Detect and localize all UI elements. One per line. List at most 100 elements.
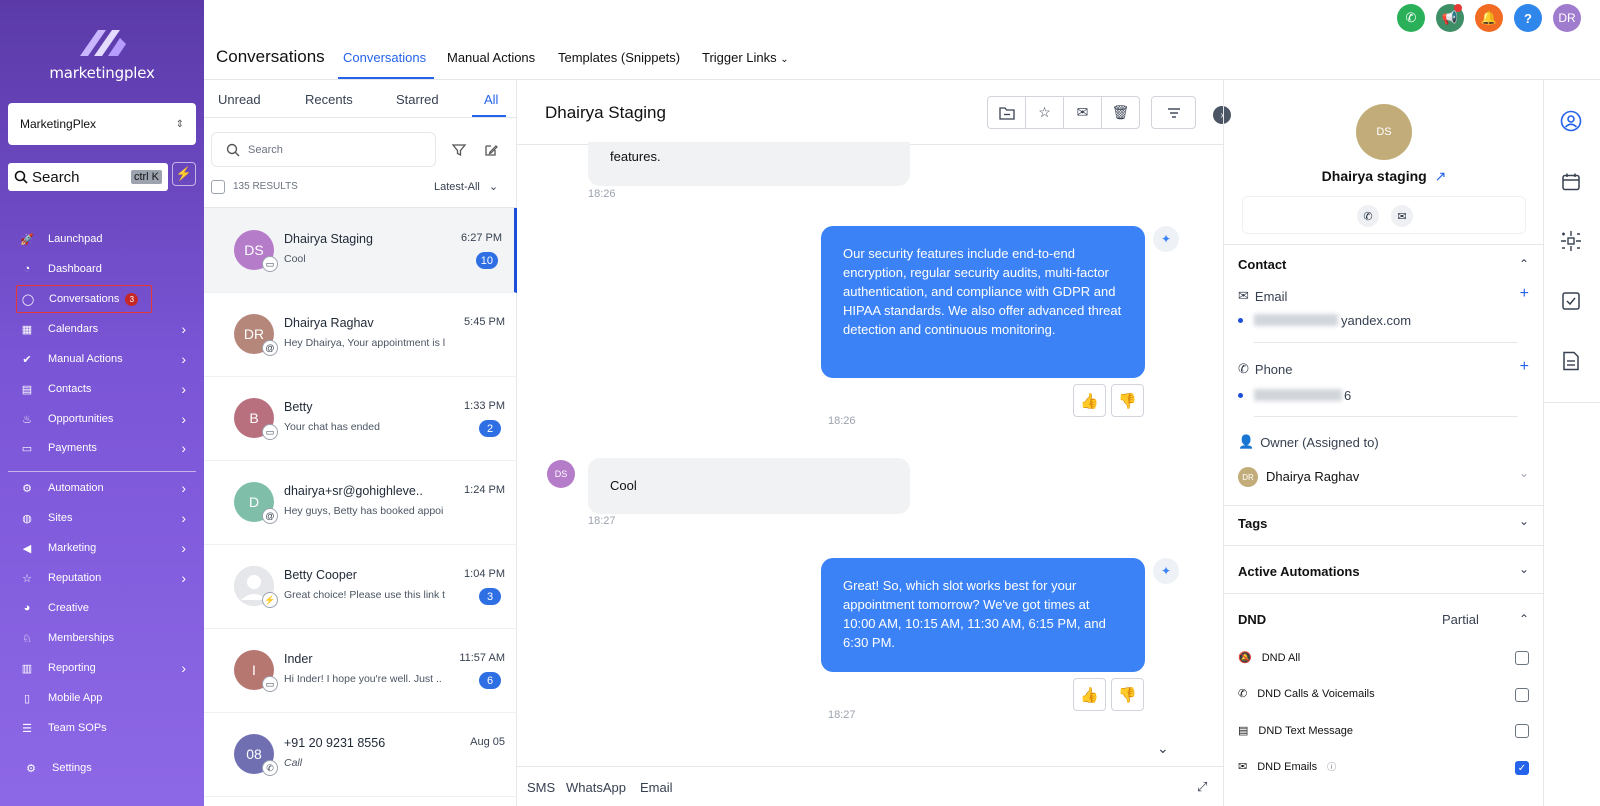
task-check-icon[interactable] <box>1558 288 1584 314</box>
sidebar-item-settings[interactable]: ⚙ Settings <box>20 754 208 782</box>
bell-icon[interactable]: 🔔 <box>1475 4 1503 32</box>
conversation-item[interactable]: ⚡ Betty Cooper Great choice! Please use th… <box>204 544 517 629</box>
dnd-text-checkbox[interactable] <box>1515 724 1529 738</box>
chevron-down-icon[interactable]: ⌄ <box>1519 514 1529 528</box>
dnd-emails-checkbox[interactable]: ✓ <box>1515 761 1529 775</box>
brand-name: marketingplex <box>49 64 155 82</box>
message-time: 18:26 <box>588 188 616 200</box>
tab-conversations[interactable]: Conversations <box>343 50 426 65</box>
quick-action-button[interactable]: ⚡ <box>172 162 196 186</box>
page-title: Conversations <box>216 47 325 66</box>
user-avatar[interactable]: DR <box>1553 4 1581 32</box>
lightning-icon: ⚡ <box>175 166 193 181</box>
account-switcher[interactable]: MarketingPlex ⇕ <box>8 103 196 145</box>
conversation-time: 1:04 PM <box>464 568 505 580</box>
phone-icon[interactable]: ✆ <box>1397 4 1425 32</box>
thumbs-down-icon[interactable]: 👎 <box>1111 384 1144 417</box>
star-icon[interactable]: ☆ <box>1025 96 1064 129</box>
external-link-icon[interactable]: ↗ <box>1435 168 1447 184</box>
tab-trigger-links[interactable]: Trigger Links ⌄ <box>702 50 789 65</box>
sidebar-item-opportunities[interactable]: ♨ Opportunities › <box>16 405 204 433</box>
chevron-up-icon[interactable]: ⌃ <box>1519 612 1529 626</box>
sidebar-item-conversations[interactable]: ◯ Conversations 3 <box>16 285 152 313</box>
sidebar-item-marketing[interactable]: ◀ Marketing › <box>16 534 204 562</box>
conversation-item[interactable]: 08 ✆ +91 20 9231 8556 Call Aug 05 <box>204 712 517 797</box>
sidebar-item-calendars[interactable]: ▦ Calendars › <box>16 315 204 343</box>
chevron-right-icon: › <box>181 510 186 526</box>
sidebar-item-mobile-app[interactable]: ▯ Mobile App <box>16 684 204 712</box>
phone-value[interactable]: 6 <box>1344 388 1351 403</box>
sidebar-item-automation[interactable]: ⚙ Automation › <box>16 474 204 502</box>
sidebar-item-manual-actions[interactable]: ✔ Manual Actions › <box>16 345 204 373</box>
conversation-item[interactable]: I ▭ Inder Hi Inder! I hope you're well. Jus… <box>204 628 517 713</box>
folder-icon[interactable] <box>987 96 1026 129</box>
flame-icon: ♨ <box>22 413 32 426</box>
tab-templates[interactable]: Templates (Snippets) <box>558 50 680 65</box>
conversation-item[interactable]: DS ▭ Dhairya Staging Cool 6:27 PM 10 <box>204 208 517 293</box>
sidebar-item-sites[interactable]: ◍ Sites › <box>16 504 204 532</box>
sidebar-item-team-sops[interactable]: ☰ Team SOPs <box>16 714 204 742</box>
owner-name[interactable]: Dhairya Raghav <box>1266 469 1359 484</box>
chat-icon: ▭ <box>262 676 278 692</box>
conversation-search-input[interactable]: Search <box>211 132 436 167</box>
tab-manual-actions[interactable]: Manual Actions <box>447 50 535 65</box>
compose-icon[interactable] <box>483 142 499 158</box>
filter-tab-recents[interactable]: Recents <box>305 92 353 107</box>
chevron-down-icon[interactable]: ⌄ <box>1519 562 1529 576</box>
owner-label-row: 👤 Owner (Assigned to) <box>1238 434 1379 450</box>
scroll-down-icon[interactable]: ⌄ <box>1157 740 1169 757</box>
filter-tab-unread[interactable]: Unread <box>218 92 261 107</box>
channel-email[interactable]: Email <box>640 780 673 795</box>
dnd-calls-checkbox[interactable] <box>1515 688 1529 702</box>
sort-dropdown[interactable]: Latest-All ⌄ <box>434 180 498 193</box>
thumbs-down-icon[interactable]: 👎 <box>1111 678 1144 711</box>
trash-icon[interactable]: 🗑 <box>1101 96 1140 129</box>
conversation-item[interactable]: DR @ Dhairya Raghav Hey Dhairya, Your appoi… <box>204 292 517 377</box>
conversation-item[interactable]: D @ dhairya+sr@gohighleve.. Hey guys, Betty… <box>204 460 517 545</box>
message-time: 18:27 <box>588 515 616 527</box>
sidebar-item-dashboard[interactable]: ◔ Dashboard <box>16 255 204 283</box>
mail-open-icon[interactable]: ✉ <box>1063 96 1102 129</box>
sidebar-item-reporting[interactable]: ▥ Reporting › <box>16 654 204 682</box>
tags-section[interactable]: Tags <box>1238 516 1267 531</box>
sidebar-item-contacts[interactable]: ▤ Contacts › <box>16 375 204 403</box>
sidebar-item-memberships[interactable]: ♘ Memberships <box>16 624 204 652</box>
contact-actions: ✆ ✉ <box>1242 196 1526 234</box>
channel-whatsapp[interactable]: WhatsApp <box>566 780 626 795</box>
message-icon: ▤ <box>1238 725 1249 737</box>
dnd-section[interactable]: DND <box>1238 612 1266 627</box>
filter-lines-icon[interactable] <box>1151 96 1196 129</box>
filter-tab-starred[interactable]: Starred <box>396 92 439 107</box>
sidebar-item-label: Automation <box>48 482 104 494</box>
email-value[interactable]: yandex.com <box>1341 313 1411 328</box>
conversation-item[interactable]: B ▭ Betty Your chat has ended 1:33 PM 2 <box>204 376 517 461</box>
select-all-checkbox[interactable] <box>211 180 225 194</box>
sidebar-item-launchpad[interactable]: 🚀 Launchpad <box>16 225 204 253</box>
dnd-all-checkbox[interactable] <box>1515 651 1529 665</box>
chevron-down-icon[interactable]: ⌄ <box>1519 466 1529 480</box>
sidebar-item-creative[interactable]: ◕ Creative <box>16 594 204 622</box>
dnd-emails-row: ✉ DND Emails ⓘ <box>1238 760 1336 774</box>
filter-tab-all[interactable]: All <box>484 92 498 107</box>
filter-icon[interactable] <box>451 142 467 158</box>
channel-sms[interactable]: SMS <box>527 780 555 795</box>
automations-section[interactable]: Active Automations <box>1238 564 1360 579</box>
add-email-icon[interactable]: + <box>1520 285 1529 303</box>
sidebar-item-reputation[interactable]: ☆ Reputation › <box>16 564 204 592</box>
call-icon[interactable]: ✆ <box>1357 205 1379 227</box>
help-icon[interactable]: ? <box>1514 4 1542 32</box>
add-phone-icon[interactable]: + <box>1520 358 1529 376</box>
chevron-up-icon[interactable]: ⌃ <box>1519 257 1529 271</box>
thumbs-up-icon[interactable]: 👍 <box>1073 678 1106 711</box>
ai-sparkle-icon[interactable]: ✦ <box>1153 558 1179 584</box>
expand-icon[interactable]: ⤢ <box>1197 779 1207 795</box>
email-icon[interactable]: ✉ <box>1391 205 1413 227</box>
workflow-icon[interactable] <box>1558 228 1584 254</box>
sidebar-search[interactable]: Search ctrl K <box>8 163 168 191</box>
calendar-icon[interactable] <box>1558 169 1584 195</box>
contact-profile-icon[interactable] <box>1558 108 1584 134</box>
sidebar-item-payments[interactable]: ▭ Payments › <box>16 434 204 462</box>
thumbs-up-icon[interactable]: 👍 <box>1073 384 1106 417</box>
ai-sparkle-icon[interactable]: ✦ <box>1153 226 1179 252</box>
notes-icon[interactable] <box>1558 348 1584 374</box>
